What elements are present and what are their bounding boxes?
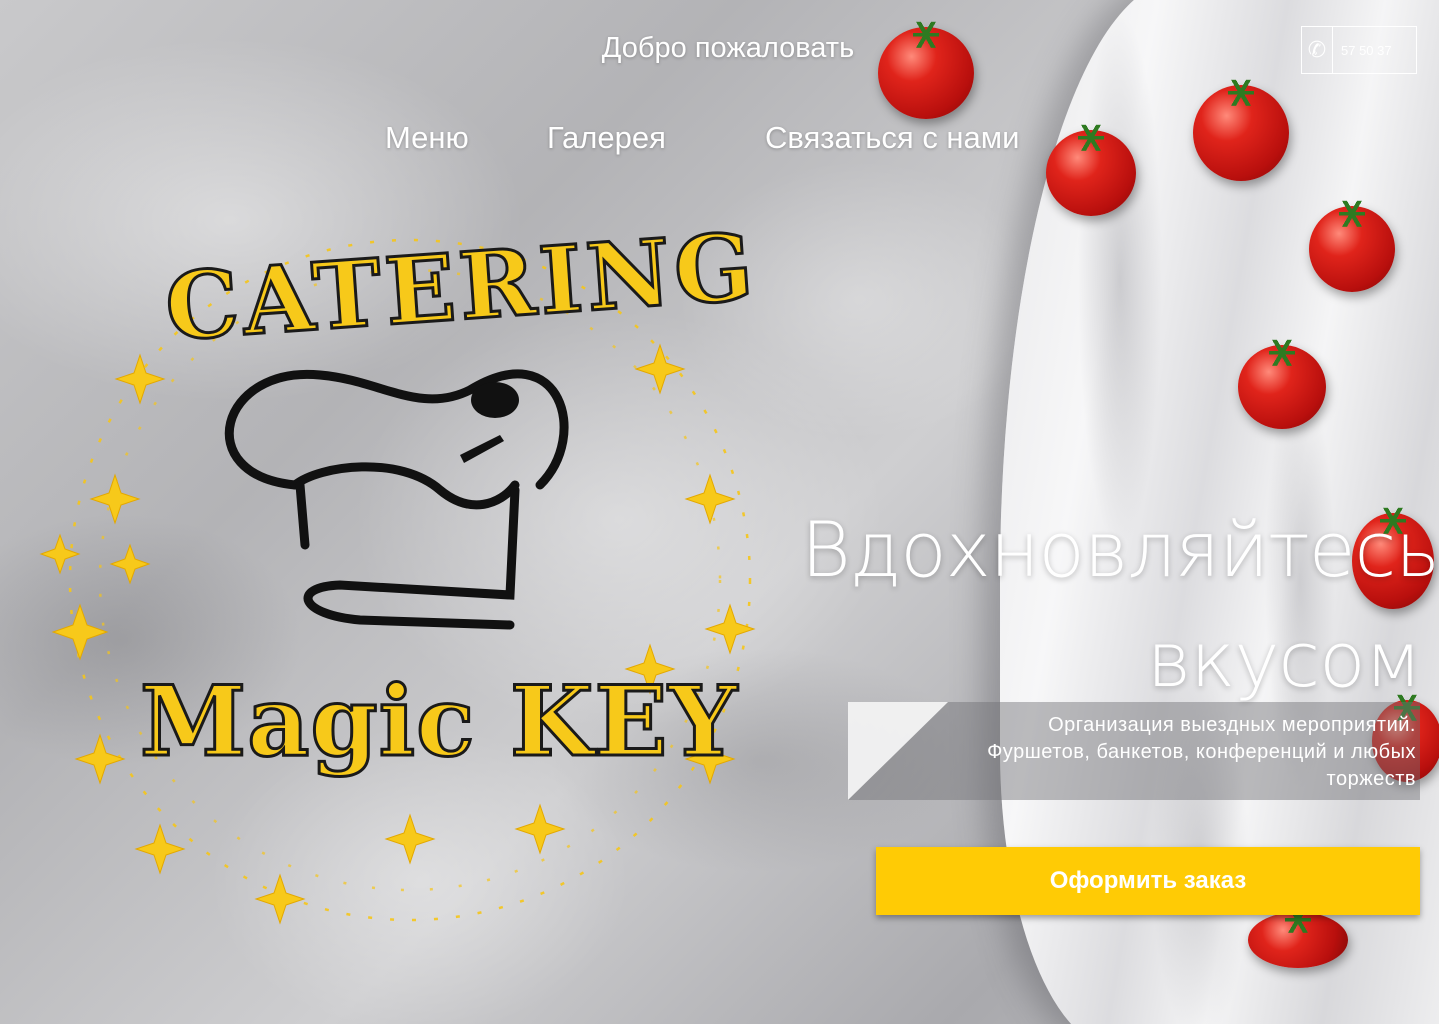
tomato-decoration [1248,912,1348,968]
tomato-decoration [1238,345,1326,429]
phone-icon: ✆ [1302,27,1333,73]
nav-item-menu[interactable]: Меню [385,120,469,156]
hero-headline-line2: вкусом [1146,615,1422,704]
order-button[interactable]: Оформить заказ [876,847,1420,915]
hero-headline: Вдохновляйтесь вкусом [801,495,1439,715]
welcome-heading: Добро пожаловать [601,32,855,64]
phone-contact[interactable]: ✆ 57 50 37 [1301,26,1417,74]
nav-item-contact[interactable]: Связаться с нами [765,120,1019,156]
hero-description-line3: торжеств [1326,768,1416,790]
logo-text-magic-key: Magic KEY [138,664,739,780]
hero-description-line2: Фуршетов, банкетов, конференций и любых [987,741,1416,763]
hero-description: Организация выездных мероприятий. Фуршет… [916,712,1416,793]
hero-description-line1: Организация выездных мероприятий. [1048,714,1416,736]
brand-logo: CATERING Magic KEY [20,211,780,935]
nav-item-gallery[interactable]: Галерея [547,120,666,156]
hero-description-box: Организация выездных мероприятий. Фуршет… [848,702,1420,800]
tomato-decoration [1309,206,1395,292]
phone-number: 57 50 37 [1341,42,1392,58]
main-nav: Меню Галерея Связаться с нами [0,120,1439,164]
hero-headline-line1: Вдохновляйтесь [801,505,1439,594]
